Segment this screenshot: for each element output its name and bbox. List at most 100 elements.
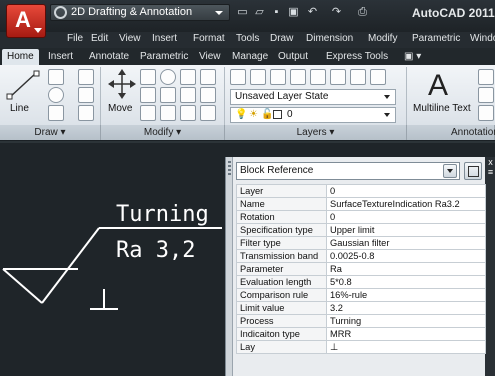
- menu-window[interactable]: Windo: [470, 33, 495, 44]
- layer-properties-icon[interactable]: [230, 69, 246, 85]
- property-row[interactable]: Process Turning: [236, 314, 486, 328]
- save-as-icon[interactable]: ▣: [287, 6, 300, 18]
- workspace-selector[interactable]: 2D Drafting & Annotation: [50, 4, 230, 21]
- tab-parametric[interactable]: Parametric: [140, 49, 188, 65]
- property-row[interactable]: Transmission band 0.0025-0.8: [236, 249, 486, 263]
- move-tool-icon[interactable]: [108, 69, 136, 99]
- property-value[interactable]: 3.2: [326, 301, 486, 315]
- copy-icon[interactable]: [140, 69, 156, 85]
- property-value[interactable]: Upper limit: [326, 223, 486, 237]
- property-value[interactable]: MRR: [326, 327, 486, 341]
- property-row[interactable]: Specification type Upper limit: [236, 223, 486, 237]
- rotate-icon[interactable]: [160, 69, 176, 85]
- fillet-icon[interactable]: [200, 69, 216, 85]
- layer-match-icon[interactable]: [270, 69, 286, 85]
- join-icon[interactable]: [200, 105, 216, 121]
- tab-insert[interactable]: Insert: [48, 49, 73, 65]
- close-icon[interactable]: x ≡: [485, 157, 495, 376]
- property-value[interactable]: SurfaceTextureIndication Ra3.2: [326, 197, 486, 211]
- property-row[interactable]: Layer 0: [236, 184, 486, 198]
- redo-icon[interactable]: ↷: [330, 6, 343, 18]
- quick-select-icon[interactable]: [464, 162, 482, 180]
- annotation-panel-title[interactable]: Annotation: [407, 125, 495, 140]
- tab-annotate[interactable]: Annotate: [89, 49, 129, 65]
- menu-insert[interactable]: Insert: [152, 33, 177, 44]
- property-value[interactable]: ⊥: [326, 340, 486, 354]
- layer-state-dropdown[interactable]: Unsaved Layer State: [230, 89, 396, 105]
- tab-view[interactable]: View: [199, 49, 221, 65]
- property-row[interactable]: Evaluation length 5*0.8: [236, 275, 486, 289]
- plot-icon[interactable]: ⎙: [356, 6, 369, 18]
- property-row[interactable]: Parameter Ra: [236, 262, 486, 276]
- property-row[interactable]: Name SurfaceTextureIndication Ra3.2: [236, 197, 486, 211]
- array-icon[interactable]: [180, 105, 196, 121]
- menu-bar: File Edit View Insert Format Tools Draw …: [0, 32, 495, 48]
- menu-parametric[interactable]: Parametric: [412, 33, 460, 44]
- menu-dimension[interactable]: Dimension: [306, 33, 353, 44]
- hatch-icon[interactable]: [78, 87, 94, 103]
- tab-output[interactable]: Output: [278, 49, 308, 65]
- property-row[interactable]: Indicaiton type MRR: [236, 327, 486, 341]
- tab-extra-icon[interactable]: ▣ ▾: [404, 49, 421, 65]
- tab-home[interactable]: Home: [2, 49, 39, 65]
- layer-off-icon[interactable]: [370, 69, 386, 85]
- property-value[interactable]: 0.0025-0.8: [326, 249, 486, 263]
- offset-icon[interactable]: [200, 87, 216, 103]
- line-tool-icon[interactable]: [6, 69, 42, 101]
- menu-draw[interactable]: Draw: [270, 33, 293, 44]
- circle-icon[interactable]: [48, 87, 64, 103]
- layer-isolate-icon[interactable]: [310, 69, 326, 85]
- application-menu-button[interactable]: A: [6, 4, 46, 38]
- polyline-icon[interactable]: [48, 69, 64, 85]
- undo-icon[interactable]: ↶: [306, 6, 319, 18]
- scale-icon[interactable]: [160, 87, 176, 103]
- tab-manage[interactable]: Manage: [232, 49, 268, 65]
- explode-icon[interactable]: [160, 105, 176, 121]
- draw-panel-title[interactable]: Draw ▾: [0, 125, 101, 140]
- current-layer-dropdown[interactable]: 💡 ☀ 🔓 0: [230, 107, 396, 123]
- tab-express-tools[interactable]: Express Tools: [326, 49, 388, 65]
- erase-icon[interactable]: [140, 105, 156, 121]
- menu-file[interactable]: File: [67, 33, 83, 44]
- leader-icon[interactable]: [478, 87, 494, 103]
- stretch-icon[interactable]: [140, 87, 156, 103]
- property-row[interactable]: Filter type Gaussian filter: [236, 236, 486, 250]
- new-icon[interactable]: ▭: [236, 6, 249, 18]
- property-value[interactable]: 16%-rule: [326, 288, 486, 302]
- property-value[interactable]: Turning: [326, 314, 486, 328]
- rectangle-icon[interactable]: [78, 69, 94, 85]
- table-icon[interactable]: [478, 105, 494, 121]
- menu-tools[interactable]: Tools: [236, 33, 259, 44]
- property-row[interactable]: Limit value 3.2: [236, 301, 486, 315]
- property-row[interactable]: Lay ⊥: [236, 340, 486, 354]
- chevron-down-icon[interactable]: [443, 164, 457, 178]
- property-value[interactable]: 5*0.8: [326, 275, 486, 289]
- open-icon[interactable]: ▱: [253, 6, 266, 18]
- menu-modify[interactable]: Modify: [368, 33, 397, 44]
- property-value[interactable]: 0: [326, 184, 486, 198]
- layer-make-current-icon[interactable]: [250, 69, 266, 85]
- layer-previous-icon[interactable]: [290, 69, 306, 85]
- save-icon[interactable]: ▪: [270, 6, 283, 18]
- property-value[interactable]: Ra: [326, 262, 486, 276]
- property-value[interactable]: Gaussian filter: [326, 236, 486, 250]
- modify-panel-title[interactable]: Modify ▾: [101, 125, 225, 140]
- region-icon[interactable]: [78, 105, 94, 121]
- menu-edit[interactable]: Edit: [91, 33, 108, 44]
- property-key: Filter type: [236, 236, 327, 250]
- arc-icon[interactable]: [48, 105, 64, 121]
- palette-grip[interactable]: [226, 157, 233, 376]
- property-value[interactable]: 0: [326, 210, 486, 224]
- property-row[interactable]: Comparison rule 16%-rule: [236, 288, 486, 302]
- multiline-text-icon[interactable]: A: [428, 69, 448, 103]
- dimension-icon[interactable]: [478, 69, 494, 85]
- layer-freeze-icon[interactable]: [350, 69, 366, 85]
- menu-format[interactable]: Format: [193, 33, 225, 44]
- property-row[interactable]: Rotation 0: [236, 210, 486, 224]
- menu-view[interactable]: View: [119, 33, 141, 44]
- mirror-icon[interactable]: [180, 87, 196, 103]
- layer-unisolate-icon[interactable]: [330, 69, 346, 85]
- object-type-dropdown[interactable]: Block Reference: [236, 162, 460, 180]
- layers-panel-title[interactable]: Layers ▾: [225, 125, 407, 140]
- trim-icon[interactable]: [180, 69, 196, 85]
